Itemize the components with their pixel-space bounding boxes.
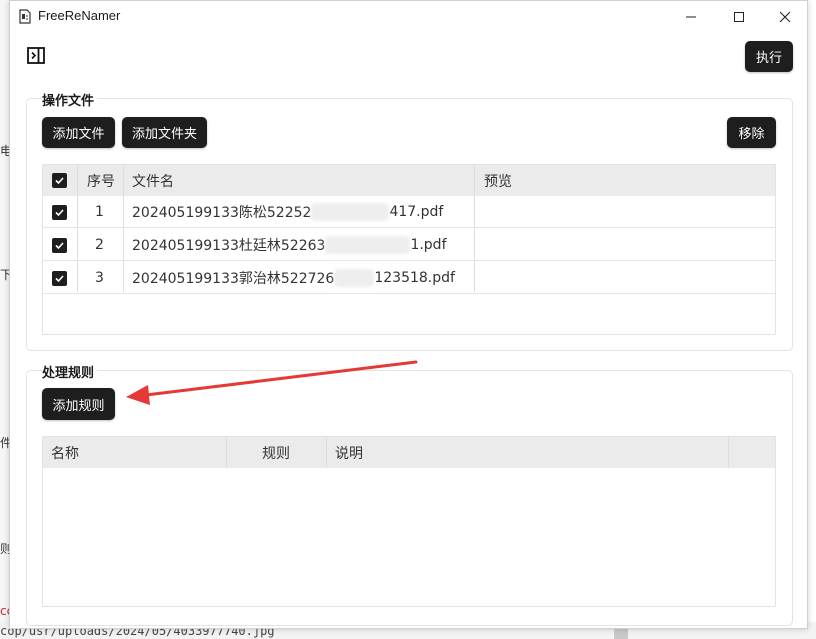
filename-suffix: 1.pdf — [410, 237, 447, 253]
redacted-blur — [311, 203, 390, 221]
remove-button[interactable]: 移除 — [727, 117, 776, 148]
maximize-button[interactable] — [716, 1, 762, 32]
files-section-title: 操作文件 — [42, 90, 98, 109]
column-header-name[interactable]: 名称 — [51, 437, 79, 468]
filename-prefix: 202405199133陈松52252 — [132, 205, 312, 221]
redacted-blur — [334, 269, 375, 287]
row-index: 1 — [95, 204, 104, 220]
execute-button[interactable]: 执行 — [745, 41, 793, 72]
row-filename: 202405199133陈松52252 417.pdf — [132, 196, 443, 228]
row-filename: 202405199133杜廷林52263 1.pdf — [132, 229, 447, 261]
row-index: 3 — [95, 270, 104, 286]
column-divider — [326, 437, 327, 468]
checkmark-icon — [55, 209, 64, 217]
table-row[interactable]: 3 202405199133郭治林522726 123518.pdf — [43, 262, 775, 294]
rules-table-header: 名称 规则 说明 — [43, 437, 775, 468]
rules-table: 名称 规则 说明 — [42, 436, 776, 607]
title-bar[interactable]: FreeReNamer — [10, 1, 807, 32]
table-row[interactable]: 1 202405199133陈松52252 417.pdf — [43, 196, 775, 228]
filename-prefix: 202405199133杜廷林52263 — [132, 238, 326, 254]
add-folder-button[interactable]: 添加文件夹 — [122, 117, 207, 148]
column-divider — [728, 437, 729, 468]
filename-suffix: 417.pdf — [389, 204, 444, 220]
row-checkbox[interactable] — [52, 238, 67, 253]
filename-suffix: 123518.pdf — [374, 270, 455, 286]
column-header-filename[interactable]: 文件名 — [132, 165, 174, 196]
column-header-description[interactable]: 说明 — [335, 437, 363, 468]
checkmark-icon — [55, 177, 64, 185]
add-rule-button[interactable]: 添加规则 — [42, 388, 115, 420]
app-window: FreeReNamer 执行 操作文件 添加文件 添加文件夹 移除 序号 文件名… — [9, 0, 808, 629]
column-divider — [226, 437, 227, 468]
files-table-header: 序号 文件名 预览 — [43, 165, 775, 196]
column-header-index[interactable]: 序号 — [87, 165, 115, 196]
redacted-blur — [325, 236, 411, 254]
add-file-button[interactable]: 添加文件 — [42, 117, 115, 148]
column-header-rule[interactable]: 规则 — [262, 437, 290, 468]
row-checkbox[interactable] — [52, 205, 67, 220]
checkmark-icon — [55, 275, 64, 283]
app-title: FreeReNamer — [38, 8, 121, 23]
select-all-checkbox[interactable] — [52, 173, 67, 188]
row-filename: 202405199133郭治林522726 123518.pdf — [132, 262, 455, 294]
table-row[interactable]: 2 202405199133杜廷林52263 1.pdf — [43, 229, 775, 261]
maximize-icon — [734, 11, 744, 22]
sidebar-toggle-icon[interactable] — [27, 47, 45, 64]
row-checkbox[interactable] — [52, 271, 67, 286]
files-table: 序号 文件名 预览 1 202405199133陈松52252 417.pdf 2… — [42, 164, 776, 335]
app-file-icon — [19, 9, 31, 24]
close-icon — [779, 11, 791, 22]
minimize-icon — [686, 16, 696, 17]
row-index: 2 — [95, 237, 104, 253]
column-header-preview[interactable]: 预览 — [484, 165, 512, 196]
close-button[interactable] — [762, 1, 808, 32]
filename-prefix: 202405199133郭治林522726 — [132, 271, 335, 287]
checkmark-icon — [55, 242, 64, 250]
minimize-button[interactable] — [668, 1, 714, 32]
rules-section-title: 处理规则 — [42, 362, 98, 381]
